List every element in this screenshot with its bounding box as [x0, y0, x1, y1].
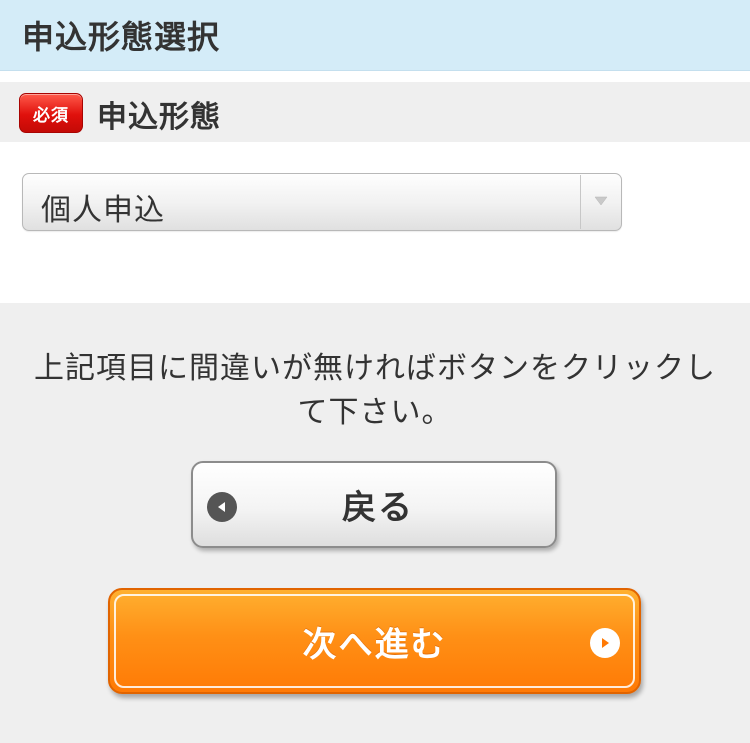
field-label: 申込形態: [97, 100, 221, 135]
select-value: 個人申込: [41, 193, 165, 228]
next-button-label: 次へ進む: [302, 624, 447, 665]
field-label-row: 必須 申込形態: [0, 82, 750, 142]
next-button[interactable]: 次へ進む: [108, 588, 641, 694]
field-body: 個人申込: [0, 142, 750, 303]
application-type-select[interactable]: 個人申込: [22, 173, 622, 231]
back-button[interactable]: 戻る: [191, 461, 557, 548]
page-title: 申込形態選択: [22, 18, 221, 56]
instruction-line-1: 上記項目に間違いが無ければボタンをクリックし: [34, 351, 716, 386]
page-header: 申込形態選択: [0, 0, 750, 71]
chevron-down-icon: [592, 192, 610, 210]
select-divider: [580, 175, 581, 229]
instruction-line-2: て下さい。: [297, 395, 453, 430]
instruction-text: 上記項目に間違いが無ければボタンをクリックし て下さい。: [18, 347, 732, 435]
play-right-icon: [590, 628, 620, 658]
back-button-label: 戻る: [342, 488, 414, 528]
required-badge: 必須: [19, 93, 83, 133]
header-divider: [0, 71, 750, 82]
